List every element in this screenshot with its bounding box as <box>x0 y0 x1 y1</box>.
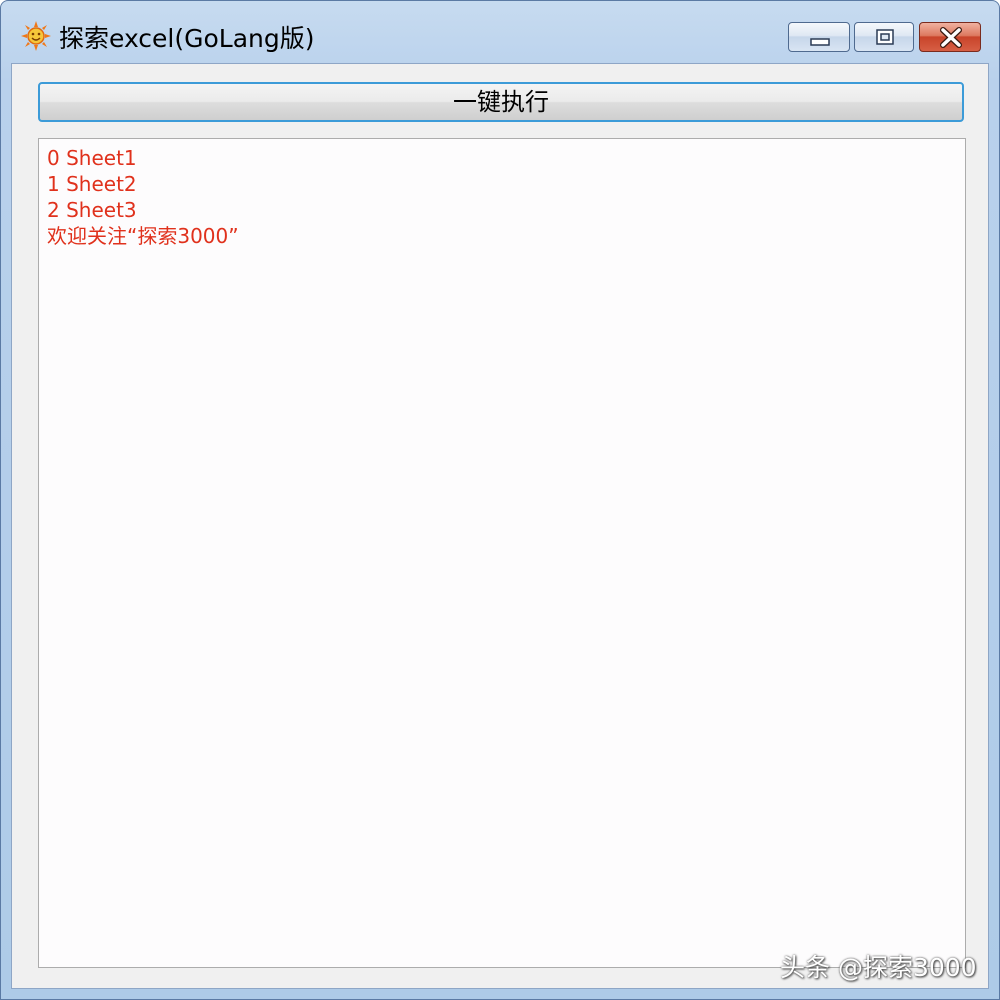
watermark: 头条 @探索3000 <box>780 953 977 982</box>
output-line-welcome: 欢迎关注“探索3000” <box>47 224 239 248</box>
minimize-button[interactable] <box>788 22 850 52</box>
sun-face-icon <box>21 21 51 51</box>
client-area: 一键执行 0 Sheet1 1 Sheet2 2 Sheet3 欢迎关注“探索3… <box>11 63 989 989</box>
close-button[interactable] <box>919 22 981 52</box>
window-title: 探索excel(GoLang版) <box>59 24 315 53</box>
restore-button[interactable] <box>854 22 914 52</box>
title-bar[interactable]: 探索excel(GoLang版) <box>1 1 999 61</box>
run-all-button[interactable]: 一键执行 <box>38 82 964 122</box>
output-line-sheet3: 2 Sheet3 <box>47 198 137 222</box>
minimize-icon <box>810 38 830 46</box>
app-window: 探索excel(GoLang版) 一键执行 0 Sheet1 1 Sheet2 … <box>0 0 1000 1000</box>
output-line-sheet1: 0 Sheet1 <box>47 146 137 170</box>
output-textarea[interactable]: 0 Sheet1 1 Sheet2 2 Sheet3 欢迎关注“探索3000” <box>38 138 966 968</box>
close-icon <box>940 27 962 48</box>
restore-icon <box>876 29 894 45</box>
output-line-sheet2: 1 Sheet2 <box>47 172 137 196</box>
